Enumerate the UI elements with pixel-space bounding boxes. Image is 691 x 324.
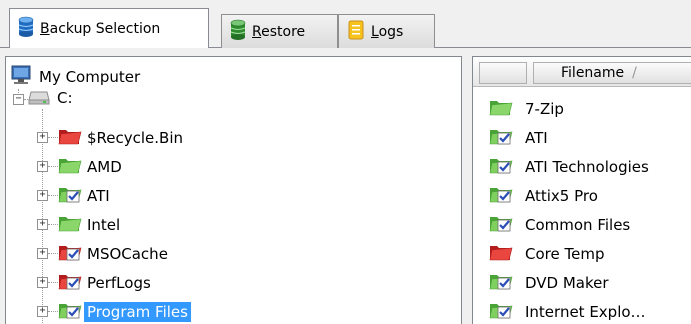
folder-checked-icon[interactable] bbox=[489, 126, 513, 150]
file-name: DVD Maker bbox=[525, 274, 609, 292]
expand-toggle[interactable]: + bbox=[37, 277, 48, 288]
tab-logs-label: Logs bbox=[371, 23, 404, 40]
folder-partial-checked-icon[interactable] bbox=[58, 242, 82, 266]
file-name: Common Files bbox=[525, 216, 631, 234]
expand-toggle[interactable]: + bbox=[37, 248, 48, 259]
tree-item-folder[interactable]: $Recycle.Bin bbox=[58, 124, 186, 152]
tree-item-folder[interactable]: PerfLogs bbox=[58, 269, 154, 297]
notepad-icon bbox=[347, 19, 365, 45]
folder-icon[interactable] bbox=[58, 213, 82, 237]
collapse-toggle[interactable]: − bbox=[13, 94, 24, 105]
file-name: 7-Zip bbox=[525, 100, 564, 118]
tree-item-label: ATI bbox=[87, 187, 110, 205]
tree-guide-line bbox=[48, 195, 58, 196]
expand-toggle[interactable]: + bbox=[37, 161, 48, 172]
folder-excluded-icon[interactable] bbox=[58, 126, 82, 150]
file-list-row[interactable]: Internet Explo… bbox=[473, 298, 691, 324]
tree-item-label: Intel bbox=[87, 216, 121, 234]
tree-item-label: AMD bbox=[87, 158, 122, 176]
tree-item-label: $Recycle.Bin bbox=[87, 129, 184, 147]
file-name: Internet Explo… bbox=[525, 303, 646, 321]
file-name: Attix5 Pro bbox=[525, 187, 598, 205]
tab-logs[interactable]: Logs bbox=[338, 14, 435, 48]
tree-guide-line bbox=[48, 282, 58, 283]
folder-excluded-icon[interactable] bbox=[489, 242, 513, 266]
tab-bar: Backup Selection Restore Logs bbox=[0, 0, 691, 50]
expand-toggle[interactable]: + bbox=[37, 132, 48, 143]
folder-icon[interactable] bbox=[58, 155, 82, 179]
file-list-row[interactable]: DVD Maker bbox=[473, 269, 691, 297]
folder-checked-icon[interactable] bbox=[489, 184, 513, 208]
tree-guide-line bbox=[48, 166, 58, 167]
folder-checked-icon[interactable] bbox=[489, 213, 513, 237]
tab-backup-selection[interactable]: Backup Selection bbox=[9, 8, 209, 48]
file-list-row[interactable]: Common Files bbox=[473, 211, 691, 239]
file-list-row[interactable]: Core Temp bbox=[473, 240, 691, 268]
tree-guide-line bbox=[48, 311, 58, 312]
expand-toggle[interactable]: + bbox=[37, 306, 48, 317]
tree-item-folder[interactable]: ATI bbox=[58, 182, 113, 210]
file-list-row[interactable]: Attix5 Pro bbox=[473, 182, 691, 210]
database-blue-icon bbox=[18, 16, 34, 42]
folder-checked-icon[interactable] bbox=[489, 300, 513, 324]
filename-header-label: Filename bbox=[561, 65, 625, 81]
file-name: ATI Technologies bbox=[525, 158, 649, 176]
sort-indicator-icon: / bbox=[632, 65, 637, 81]
tree-item-label: C: bbox=[57, 89, 73, 107]
tree-item-label: MSOCache bbox=[87, 245, 168, 263]
folder-checked-icon[interactable] bbox=[489, 155, 513, 179]
tree-item-folder[interactable]: Program Files bbox=[58, 298, 191, 324]
folder-partial-checked-icon[interactable] bbox=[58, 271, 82, 295]
expand-toggle[interactable]: + bbox=[37, 190, 48, 201]
tree-item-label: Program Files bbox=[84, 302, 191, 322]
tree-item-folder[interactable]: AMD bbox=[58, 153, 125, 181]
folder-checked-icon[interactable] bbox=[58, 184, 82, 208]
file-list-panel[interactable]: Filename / 7-Zip ATI ATI Technologies Attix… bbox=[472, 56, 691, 324]
file-name: ATI bbox=[525, 129, 548, 147]
folder-tree-panel[interactable]: My Computer − C: + $Recycle.Bin + AMD + ATI + I… bbox=[5, 56, 462, 324]
folder-icon[interactable] bbox=[489, 97, 513, 121]
file-name: Core Temp bbox=[525, 245, 605, 263]
tab-restore[interactable]: Restore bbox=[221, 14, 338, 48]
expand-toggle[interactable]: + bbox=[37, 219, 48, 230]
folder-checked-icon[interactable] bbox=[58, 300, 82, 324]
tab-restore-label: Restore bbox=[252, 23, 306, 40]
tree-item-folder[interactable]: MSOCache bbox=[58, 240, 171, 268]
file-list-row[interactable]: ATI Technologies bbox=[473, 153, 691, 181]
tree-item-drive-c[interactable]: C: bbox=[28, 84, 76, 112]
file-list-row[interactable]: 7-Zip bbox=[473, 95, 691, 123]
file-list-row[interactable]: ATI bbox=[473, 124, 691, 152]
tree-guide-line bbox=[48, 137, 58, 138]
tree-guide-line bbox=[48, 253, 58, 254]
checkbox-column-header[interactable] bbox=[479, 62, 527, 84]
folder-checked-icon[interactable] bbox=[489, 271, 513, 295]
tree-item-label: PerfLogs bbox=[87, 274, 151, 292]
tab-backup-selection-label: Backup Selection bbox=[40, 20, 161, 37]
tree-guide-line bbox=[48, 224, 58, 225]
file-list-header: Filename / bbox=[473, 57, 691, 87]
filename-column-header[interactable]: Filename / bbox=[533, 62, 691, 84]
tree-item-folder[interactable]: Intel bbox=[58, 211, 123, 239]
database-green-icon bbox=[230, 19, 246, 45]
drive-icon bbox=[28, 86, 50, 110]
